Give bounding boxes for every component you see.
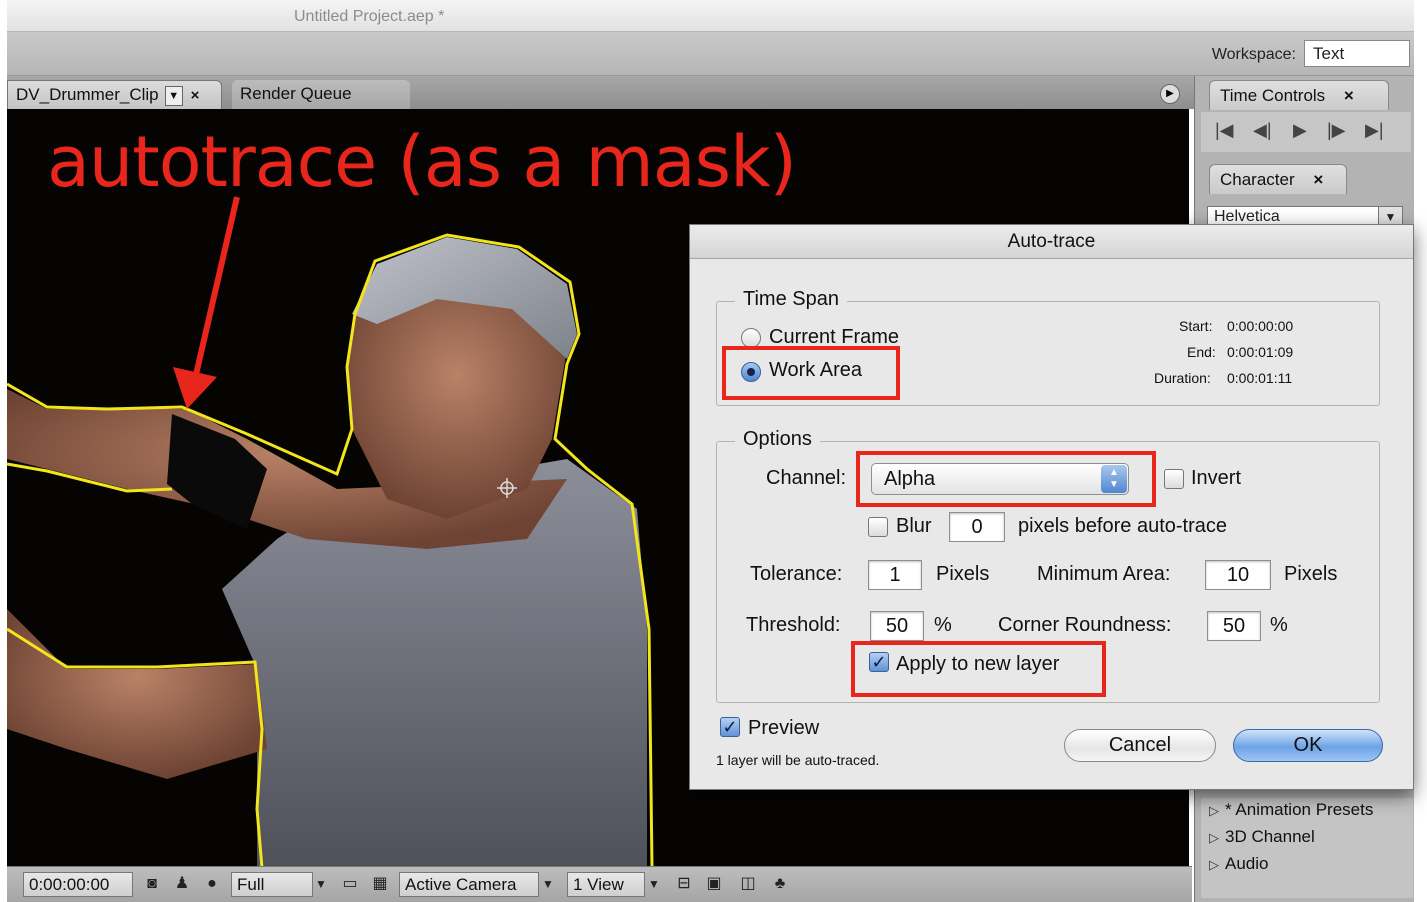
annotation-arrow [173, 196, 240, 409]
trace-info-text: 1 layer will be auto-traced. [716, 752, 880, 768]
list-item[interactable]: ▷ * Animation Presets [1209, 800, 1373, 820]
tolerance-label: Tolerance: [750, 563, 843, 585]
list-item[interactable]: ▷ 3D Channel [1209, 827, 1315, 847]
region-of-interest-icon[interactable]: ▭ [339, 874, 361, 894]
minimum-area-label: Minimum Area: [1037, 563, 1171, 585]
list-item-label: * Animation Presets [1225, 800, 1374, 819]
channel-label: Channel: [766, 467, 847, 489]
list-item[interactable]: ▷ Audio [1209, 854, 1268, 874]
disclosure-triangle-icon[interactable]: ▷ [1209, 803, 1219, 819]
timeline-icon[interactable]: ◫ [737, 874, 759, 894]
transparency-grid-icon[interactable]: ▦ [369, 874, 391, 894]
close-icon[interactable]: × [1313, 170, 1323, 189]
tab-time-controls[interactable]: Time Controls × [1209, 80, 1389, 110]
tab-render-queue[interactable]: Render Queue [232, 80, 410, 109]
blur-label[interactable]: Blur [896, 515, 932, 538]
dialog-title: Auto-trace [690, 225, 1413, 259]
play-icon[interactable]: ▶ [1293, 120, 1307, 141]
app-toolbar: Workspace: Text [7, 32, 1414, 76]
timecode-field[interactable]: 0:00:00:00 [23, 872, 133, 897]
ok-button[interactable]: OK [1233, 729, 1383, 762]
corner-roundness-input[interactable]: 50 [1207, 611, 1261, 641]
time-controls-title: Time Controls [1220, 86, 1326, 105]
duration-value: 0:00:01:11 [1227, 370, 1293, 386]
minimum-area-unit: Pixels [1284, 563, 1338, 585]
camera-select[interactable]: Active Camera [399, 872, 539, 897]
first-frame-icon[interactable]: |◀ [1215, 120, 1234, 141]
window-title: Untitled Project.aep * [294, 8, 445, 25]
effects-presets-list: ▷ * Animation Presets ▷ 3D Channel ▷ Audio [1201, 798, 1413, 898]
list-item-label: 3D Channel [1225, 827, 1315, 846]
resolution-select[interactable]: Full [231, 872, 313, 897]
annotation-highlight-box [722, 346, 900, 400]
annotation-highlight-box [856, 451, 1156, 507]
close-icon[interactable]: × [191, 87, 200, 104]
list-item-label: Audio [1225, 854, 1269, 873]
tolerance-input[interactable]: 1 [868, 560, 922, 590]
previous-frame-icon[interactable]: ◀| [1253, 120, 1272, 141]
options-label: Options [735, 428, 820, 451]
auto-trace-dialog: Auto-trace Time Span Current Frame Work … [689, 224, 1414, 790]
close-icon[interactable]: × [1344, 86, 1354, 105]
pixel-aspect-icon[interactable]: ⊟ [673, 874, 695, 894]
view-layout-select[interactable]: 1 View [567, 872, 645, 897]
app-window: Untitled Project.aep * Workspace: Text D… [0, 0, 1427, 902]
next-frame-icon[interactable]: |▶ [1327, 120, 1346, 141]
disclosure-triangle-icon[interactable]: ▷ [1209, 830, 1219, 846]
preview-checkbox[interactable]: ✓ [720, 717, 740, 737]
person-arm-lower [7, 609, 267, 779]
blur-checkbox[interactable] [868, 517, 888, 537]
workspace-label: Workspace: [1211, 46, 1296, 63]
tab-composition[interactable]: DV_Drummer_Clip ▼ × [7, 80, 222, 109]
cancel-button[interactable]: Cancel [1064, 729, 1216, 762]
tolerance-unit: Pixels [936, 563, 990, 585]
corner-roundness-label: Corner Roundness: [998, 614, 1172, 636]
tab-render-queue-label: Render Queue [240, 84, 352, 103]
invert-label[interactable]: Invert [1191, 467, 1241, 490]
comp-tab-bar: DV_Drummer_Clip ▼ × Render Queue ▶ [7, 76, 1194, 109]
font-family-value: Helvetica [1214, 208, 1280, 225]
fast-preview-icon[interactable]: ▣ [703, 874, 725, 894]
chevron-down-icon[interactable]: ▼ [310, 874, 332, 894]
end-value: 0:00:01:09 [1227, 344, 1294, 360]
workspace-select[interactable]: Text [1304, 40, 1410, 67]
time-controls-panel: |◀ ◀| ▶ |▶ ▶| [1201, 112, 1411, 152]
time-span-label: Time Span [735, 288, 847, 311]
end-label: End: [1187, 344, 1216, 360]
flowchart-icon[interactable]: ♣ [769, 874, 791, 894]
last-frame-icon[interactable]: ▶| [1365, 120, 1384, 141]
invert-checkbox[interactable] [1164, 469, 1184, 489]
start-label: Start: [1179, 318, 1213, 334]
corner-roundness-unit: % [1270, 614, 1288, 636]
title-bar: Untitled Project.aep * [7, 0, 1414, 32]
disclosure-triangle-icon[interactable]: ▷ [1209, 857, 1219, 873]
snapshot-icon[interactable]: ◙ [141, 874, 163, 894]
blur-suffix-label: pixels before auto-trace [1018, 515, 1228, 537]
threshold-label: Threshold: [746, 614, 841, 636]
minimum-area-input[interactable]: 10 [1205, 560, 1271, 590]
preview-label[interactable]: Preview [748, 717, 819, 740]
current-frame-radio[interactable] [741, 328, 761, 348]
character-title: Character [1220, 170, 1295, 189]
threshold-input[interactable]: 50 [870, 611, 924, 641]
duration-label: Duration: [1154, 370, 1211, 386]
tab-composition-label: DV_Drummer_Clip [16, 85, 159, 104]
chevron-down-icon[interactable]: ▼ [537, 874, 559, 894]
tab-character[interactable]: Character × [1209, 164, 1347, 194]
show-snapshot-icon[interactable]: ♟ [171, 874, 193, 894]
channel-icon[interactable]: ● [201, 874, 223, 894]
chevron-down-icon[interactable]: ▼ [164, 85, 183, 106]
annotation-highlight-box [851, 641, 1106, 697]
threshold-unit: % [934, 614, 952, 636]
chevron-down-icon[interactable]: ▼ [643, 874, 665, 894]
start-value: 0:00:00:00 [1227, 318, 1294, 334]
blur-pixels-input[interactable]: 0 [949, 512, 1005, 542]
panel-menu-icon[interactable]: ▶ [1160, 84, 1180, 104]
annotation-label: autotrace (as a mask) [47, 121, 797, 203]
viewer-status-bar: 0:00:00:00 ◙ ♟ ● Full ▼ ▭ ▦ Active Camer… [7, 866, 1192, 902]
